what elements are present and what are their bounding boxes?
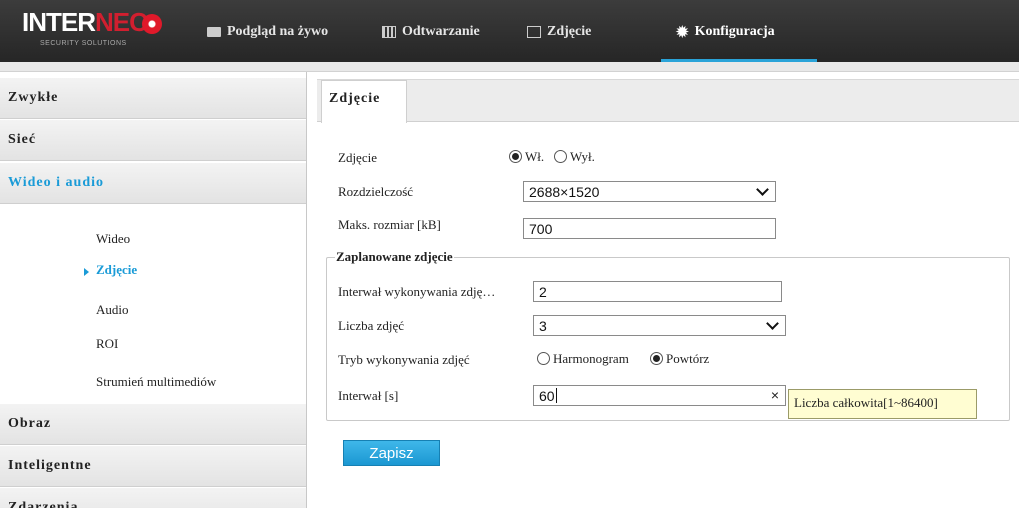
film-icon <box>382 26 396 38</box>
sidebar-section-video-audio[interactable]: Wideo i audio <box>0 163 306 204</box>
sub-header-bar <box>0 62 1019 72</box>
capture-interval-label: Interwał wykonywania zdję… <box>338 284 496 299</box>
company-logo: INTERNEC SECURITY SOLUTIONS <box>12 7 172 53</box>
radio-unselected-icon[interactable] <box>537 352 550 365</box>
tab-photo[interactable]: Zdjęcie <box>321 80 407 123</box>
active-item-arrow-icon <box>84 268 89 276</box>
interval-seconds-value: 60 <box>539 387 555 404</box>
sidebar-item-media-stream[interactable]: Strumień multimediów <box>96 374 216 390</box>
interval-seconds-input[interactable]: 60 × <box>533 385 786 406</box>
sidebar-item-roi[interactable]: ROI <box>96 336 118 352</box>
sidebar-section-image[interactable]: Obraz <box>0 404 306 445</box>
validation-tooltip: Liczba całkowita[1~86400] <box>788 389 977 419</box>
resolution-value: 2688×1520 <box>529 183 600 200</box>
resolution-select[interactable]: 2688×1520 <box>523 181 776 202</box>
scheduled-photo-legend: Zaplanowane zdjęcie <box>336 249 453 264</box>
tab-strip <box>317 79 1019 122</box>
snapshot-off-option[interactable]: Wył. <box>554 149 595 165</box>
top-navigation-bar: INTERNEC SECURITY SOLUTIONS Podgląd na ż… <box>0 0 1019 62</box>
snapshot-off-label: Wył. <box>570 149 595 164</box>
logo-mark-icon <box>142 14 162 34</box>
max-size-label: Maks. rozmiar [kB] <box>338 217 441 232</box>
snapshot-on-label: Wł. <box>525 149 545 164</box>
nav-photo-label: Zdjęcie <box>547 24 592 39</box>
chevron-down-icon <box>766 317 779 330</box>
nav-configuration[interactable]: ✹ Konfiguracja <box>676 20 775 44</box>
mode-repeat-option[interactable]: Powtórz <box>650 351 709 367</box>
mode-schedule-option[interactable]: Harmonogram <box>537 351 629 367</box>
sidebar-section-network[interactable]: Sieć <box>0 120 306 161</box>
image-icon <box>527 26 541 38</box>
resolution-label: Rozdzielczość <box>338 184 414 199</box>
capture-interval-input[interactable]: 2 <box>533 281 782 302</box>
nav-live-view-label: Podgląd na żywo <box>227 24 329 39</box>
text-cursor <box>555 388 557 403</box>
capture-mode-label: Tryb wykonywania zdjęć <box>338 352 470 367</box>
sidebar-item-audio[interactable]: Audio <box>96 302 129 318</box>
nav-photo[interactable]: Zdjęcie <box>527 20 591 44</box>
nav-playback-label: Odtwarzanie <box>402 24 480 39</box>
sidebar-item-video[interactable]: Wideo <box>96 231 130 247</box>
photo-count-value: 3 <box>539 317 547 334</box>
nav-playback[interactable]: Odtwarzanie <box>382 20 480 44</box>
sidebar-section-events[interactable]: Zdarzenia <box>0 488 306 508</box>
monitor-icon <box>207 27 221 37</box>
radio-unselected-icon[interactable] <box>554 150 567 163</box>
snapshot-label: Zdjęcie <box>338 150 377 165</box>
logo-tagline: SECURITY SOLUTIONS <box>40 40 127 47</box>
mode-repeat-label: Powtórz <box>666 351 710 366</box>
mode-schedule-label: Harmonogram <box>553 351 629 366</box>
snapshot-on-option[interactable]: Wł. <box>509 149 544 165</box>
radio-selected-icon[interactable] <box>650 352 663 365</box>
max-size-input[interactable]: 700 <box>523 218 776 239</box>
photo-count-select[interactable]: 3 <box>533 315 786 336</box>
nav-configuration-label: Konfiguracja <box>694 24 775 39</box>
radio-selected-icon[interactable] <box>509 150 522 163</box>
sidebar: Zwykłe Sieć Wideo i audio Wideo Zdjęcie … <box>0 72 307 508</box>
logo-wordmark: INTERNEC <box>22 7 148 37</box>
gear-icon: ✹ <box>676 24 689 41</box>
sidebar-section-general[interactable]: Zwykłe <box>0 78 306 119</box>
clear-icon[interactable]: × <box>771 387 779 403</box>
nav-live-view[interactable]: Podgląd na żywo <box>207 20 328 44</box>
save-button[interactable]: Zapisz <box>343 440 440 466</box>
sidebar-item-photo[interactable]: Zdjęcie <box>96 262 137 278</box>
interval-seconds-label: Interwał [s] <box>338 388 399 403</box>
main-content: Zdjęcie Zdjęcie Wł. Wył. Rozdzielczość 2… <box>317 72 1019 508</box>
sidebar-section-intelligent[interactable]: Inteligentne <box>0 446 306 487</box>
photo-count-label: Liczba zdjęć <box>338 318 405 333</box>
chevron-down-icon <box>756 183 769 196</box>
